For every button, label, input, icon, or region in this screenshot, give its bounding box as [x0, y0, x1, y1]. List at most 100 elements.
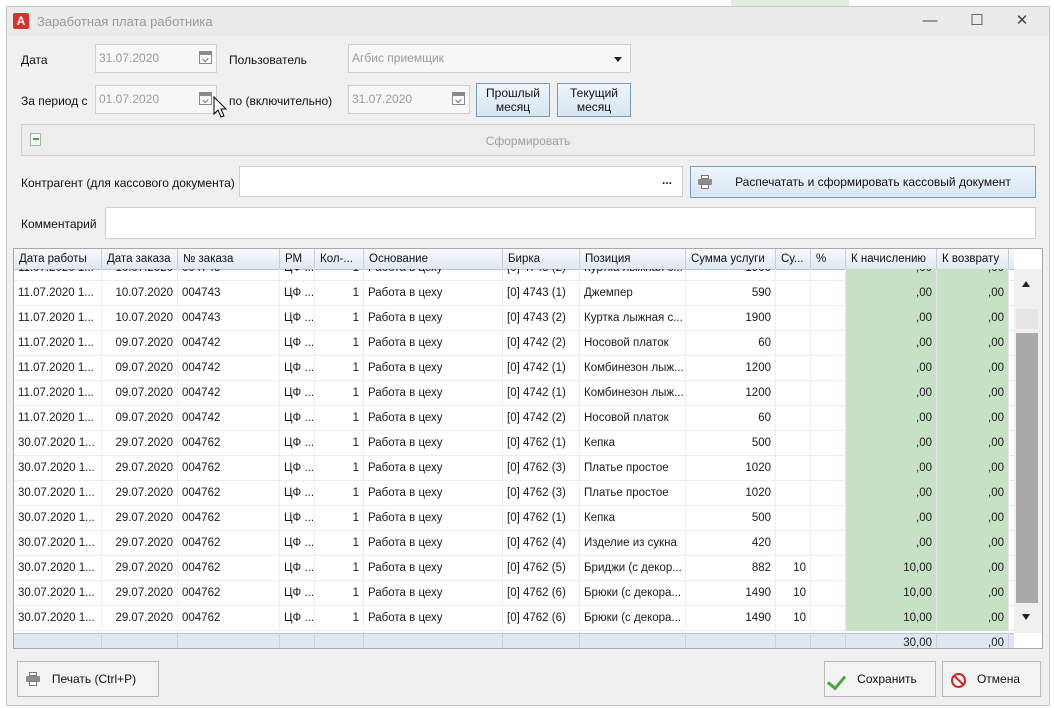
prev-month-button[interactable]: Прошлый месяц — [476, 83, 550, 117]
cell-position: Комбинезон лыж... — [580, 381, 686, 406]
cell-basis: Работа в цеху — [364, 606, 503, 631]
maximize-button[interactable]: ☐ — [962, 10, 992, 32]
cell-service-sum: 420 — [686, 531, 776, 556]
cell-workplace: ЦФ ... — [280, 356, 315, 381]
generate-button[interactable]: Сформировать — [21, 124, 1035, 156]
print-cash-document-button[interactable]: Распечатать и сформировать кассовый доку… — [690, 166, 1036, 198]
table-row[interactable]: 11.07.2020 1...10.07.2020004743ЦФ ...1Ра… — [14, 306, 1014, 331]
column-header-tag[interactable]: Бирка — [503, 249, 580, 269]
column-header-percent[interactable]: % — [811, 249, 846, 269]
scroll-up-icon[interactable] — [1022, 281, 1030, 287]
ellipsis-button[interactable]: ... — [662, 167, 672, 194]
cell-sum-extra — [776, 269, 811, 281]
calendar-icon[interactable] — [199, 51, 212, 64]
period-to-field[interactable]: 31.07.2020 — [348, 85, 470, 114]
counterparty-label: Контрагент (для кассового документа) — [21, 176, 235, 190]
cell-percent — [811, 281, 846, 306]
table-row[interactable]: 30.07.2020 1... 29.07.2020 004762 ЦФ ... 1 Ра… — [14, 481, 1014, 506]
cell-order-number: 004762 — [178, 431, 280, 456]
table-row[interactable]: 11.07.2020 1... 09.07.2020 004742 ЦФ ... 1 Ра… — [14, 381, 1014, 406]
cell-accrual: ,00 — [846, 506, 937, 531]
date-label: Дата — [21, 53, 48, 67]
column-header-return[interactable]: К возврату — [937, 249, 1009, 269]
cell-position: Комбинезон лыж... — [580, 356, 686, 381]
column-header-workplace[interactable]: РМ — [280, 249, 315, 269]
table-row[interactable]: 30.07.2020 1... 29.07.2020 004762 ЦФ ... 1 Ра… — [14, 581, 1014, 606]
cell-basis: Работа в цеху — [364, 556, 503, 581]
column-header-order-number[interactable]: № заказа — [178, 249, 280, 269]
column-header-order-date[interactable]: Дата заказа — [102, 249, 178, 269]
table-row[interactable]: 30.07.2020 1... 29.07.2020 004762 ЦФ ... 1 Ра… — [14, 456, 1014, 481]
app-logo-icon: A — [13, 13, 29, 29]
table-row[interactable]: 30.07.2020 1... 29.07.2020 004762 ЦФ ... 1 Ра… — [14, 431, 1014, 456]
cell-order-date: 09.07.2020 — [102, 331, 178, 356]
save-button[interactable]: Сохранить — [824, 661, 936, 697]
cell-return: ,00 — [937, 406, 1009, 431]
scroll-thumb[interactable] — [1016, 333, 1038, 603]
cell-accrual: ,00 — [846, 331, 937, 356]
cell-tag: [0] 4762 (6) — [503, 581, 580, 606]
cell-accrual: ,00 — [846, 306, 937, 331]
column-header-position[interactable]: Позиция — [580, 249, 686, 269]
cell-work-date: 30.07.2020 1... — [14, 431, 102, 456]
cancel-button[interactable]: Отмена — [942, 661, 1041, 697]
table-row[interactable]: 30.07.2020 1... 29.07.2020 004762 ЦФ ... 1 Ра… — [14, 556, 1014, 581]
table-row[interactable]: 11.07.2020 1...10.07.2020004743ЦФ ...1Ра… — [14, 269, 1014, 281]
cell-order-number: 004762 — [178, 506, 280, 531]
counterparty-field[interactable]: ... — [239, 166, 683, 197]
calendar-icon[interactable] — [199, 92, 212, 105]
scroll-track[interactable] — [1016, 309, 1038, 329]
cell-order-number: 004743 — [178, 306, 280, 331]
cell-position: Брюки (с декора... — [580, 606, 686, 631]
cell-return: ,00 — [937, 356, 1009, 381]
cell-return: ,00 — [937, 581, 1009, 606]
period-from-field[interactable]: 01.07.2020 — [95, 85, 217, 114]
table-row[interactable]: 30.07.2020 1... 29.07.2020 004762 ЦФ ... 1 Ра… — [14, 506, 1014, 531]
generate-label: Сформировать — [485, 134, 571, 148]
comment-field[interactable] — [105, 207, 1036, 239]
column-header-work-date[interactable]: Дата работы — [14, 249, 102, 269]
table-row[interactable]: 11.07.2020 1... 09.07.2020 004742 ЦФ ... 1 Ра… — [14, 406, 1014, 431]
cell-basis: Работа в цеху — [364, 331, 503, 356]
cell-return: ,00 — [937, 269, 1009, 281]
total-cell — [686, 634, 776, 648]
chevron-down-icon[interactable] — [614, 57, 622, 62]
cell-tag: [0] 4742 (2) — [503, 406, 580, 431]
user-select[interactable]: Агбис приемщик — [348, 44, 631, 73]
table-row[interactable]: 11.07.2020 1... 09.07.2020 004742 ЦФ ... 1 Ра… — [14, 331, 1014, 356]
column-header-service-sum[interactable]: Сумма услуги — [686, 249, 776, 269]
cell-accrual: ,00 — [846, 269, 937, 281]
minimize-button[interactable]: — — [915, 10, 945, 32]
print-button[interactable]: Печать (Ctrl+P) — [17, 661, 159, 697]
table-row[interactable]: 30.07.2020 1... 29.07.2020 004762 ЦФ ... 1 Ра… — [14, 531, 1014, 556]
column-header-quantity[interactable]: Кол-... — [315, 249, 364, 269]
column-header-accrual[interactable]: К начислению — [846, 249, 937, 269]
column-header-basis[interactable]: Основание — [364, 249, 503, 269]
cell-return: ,00 — [937, 481, 1009, 506]
cell-return: ,00 — [937, 506, 1009, 531]
scroll-down-icon[interactable] — [1022, 614, 1030, 620]
current-month-button[interactable]: Текущий месяц — [557, 83, 631, 117]
close-button[interactable]: ✕ — [1007, 10, 1037, 32]
cell-quantity: 1 — [315, 281, 364, 306]
table-row[interactable]: 30.07.2020 1... 29.07.2020 004762 ЦФ ... 1 Ра… — [14, 606, 1014, 631]
total-cell — [503, 634, 580, 648]
vertical-scrollbar[interactable] — [1014, 269, 1042, 633]
prev-month-line1: Прошлый — [486, 86, 540, 100]
cell-sum-extra — [776, 431, 811, 456]
cell-percent — [811, 431, 846, 456]
cell-return: ,00 — [937, 556, 1009, 581]
cell-position: Кепка — [580, 431, 686, 456]
date-field[interactable]: 31.07.2020 — [95, 44, 217, 73]
calendar-icon[interactable] — [452, 92, 465, 105]
total-cell — [280, 634, 315, 648]
cell-accrual: ,00 — [846, 356, 937, 381]
cell-service-sum: 1200 — [686, 356, 776, 381]
column-header-sum-extra[interactable]: Су... — [776, 249, 811, 269]
table-row[interactable]: 11.07.2020 1... 09.07.2020 004742 ЦФ ... 1 Ра… — [14, 356, 1014, 381]
cell-service-sum: 882 — [686, 556, 776, 581]
table-row[interactable]: 11.07.2020 1...10.07.2020004743ЦФ ...1Ра… — [14, 281, 1014, 306]
cell-service-sum: 1020 — [686, 456, 776, 481]
cell-workplace: ЦФ ... — [280, 269, 315, 281]
period-from-value: 01.07.2020 — [99, 92, 160, 106]
